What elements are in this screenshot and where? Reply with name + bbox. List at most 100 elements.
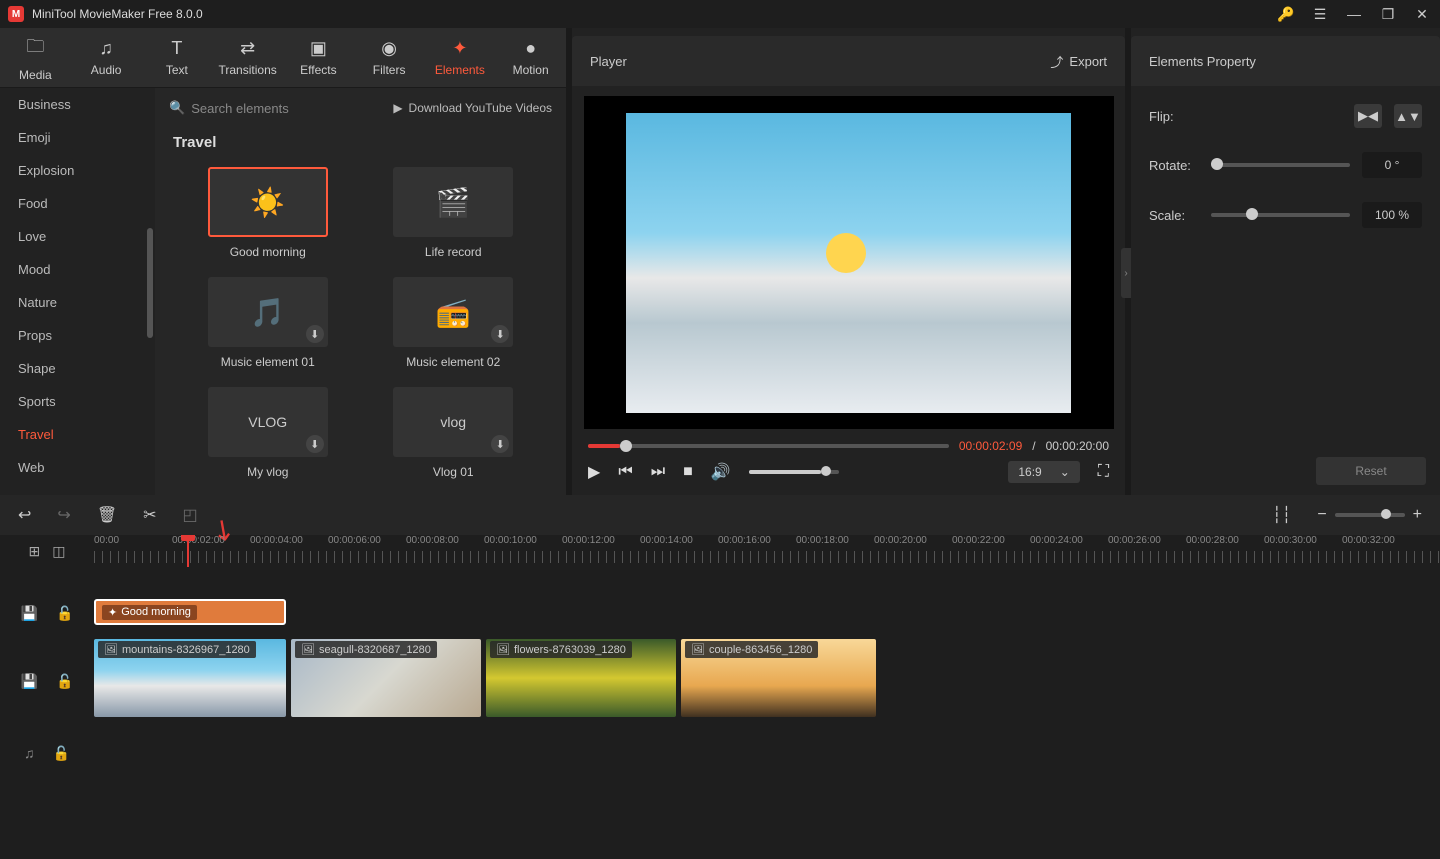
track-lock-icon[interactable]: 🔓 (53, 745, 70, 762)
tab-media[interactable]: 🗀Media (0, 28, 71, 87)
preview-viewport[interactable] (584, 96, 1114, 429)
zoom-in-button[interactable]: + (1413, 506, 1422, 524)
redo-button[interactable]: ↪ (57, 505, 70, 525)
thumb-item[interactable]: 📻⬇Music element 02 (381, 277, 527, 369)
flip-vertical-button[interactable]: ▲▼ (1394, 104, 1422, 128)
scale-slider[interactable] (1211, 213, 1350, 217)
fullscreen-button[interactable]: ⛶ (1098, 463, 1109, 481)
thumb-item[interactable]: vlog⬇Vlog 01 (381, 387, 527, 479)
zoom-handle[interactable] (1381, 509, 1391, 519)
license-key-icon[interactable]: 🔑 (1276, 6, 1296, 23)
next-frame-button[interactable]: ⏭ (651, 463, 665, 481)
undo-button[interactable]: ↩ (18, 505, 31, 525)
preview-element-overlay[interactable] (826, 233, 866, 273)
video-clip[interactable]: 🖼mountains-8326967_1280 (94, 639, 286, 717)
delete-button[interactable]: 🗑 (97, 505, 117, 525)
element-track-body[interactable]: ✦ Good morning (94, 593, 1440, 633)
stop-button[interactable]: ■ (683, 463, 693, 481)
download-icon[interactable]: ⬇ (491, 435, 509, 453)
thumbnail[interactable]: vlog⬇ (393, 387, 513, 457)
download-icon[interactable]: ⬇ (491, 325, 509, 343)
tab-text[interactable]: TText (142, 28, 213, 87)
play-button[interactable]: ▶ (588, 462, 600, 482)
thumbnail[interactable]: VLOG⬇ (208, 387, 328, 457)
tab-elements[interactable]: ✦Elements (425, 28, 496, 87)
rotate-value[interactable]: 0 ° (1362, 152, 1422, 178)
track-stack-icon[interactable]: ◫ (52, 543, 65, 560)
thumb-item[interactable]: 🎵⬇Music element 01 (195, 277, 341, 369)
category-props[interactable]: Props (0, 319, 155, 352)
element-clip[interactable]: ✦ Good morning (94, 599, 286, 625)
track-lock-icon[interactable]: 🔓 (56, 673, 73, 690)
category-love[interactable]: Love (0, 220, 155, 253)
thumb-item[interactable]: ☀️Good morning (195, 167, 341, 259)
track-music-icon[interactable]: ♫ (24, 745, 35, 761)
download-icon[interactable]: ⬇ (306, 435, 324, 453)
maximize-button[interactable]: ❐ (1378, 6, 1398, 23)
search-icon: 🔍 (169, 100, 185, 116)
category-sports[interactable]: Sports (0, 385, 155, 418)
track-lock-icon[interactable]: 🔓 (56, 605, 73, 622)
category-business[interactable]: Business (0, 88, 155, 121)
add-track-icon[interactable]: ⊞ (29, 543, 41, 560)
player-scrubber[interactable] (588, 444, 949, 448)
track-save-icon[interactable]: 💾 (21, 605, 38, 622)
close-button[interactable]: ✕ (1412, 6, 1432, 23)
crop-button[interactable]: ◰ (183, 505, 198, 525)
download-icon[interactable]: ⬇ (306, 325, 324, 343)
thumbnail[interactable]: 🎬 (393, 167, 513, 237)
category-food[interactable]: Food (0, 187, 155, 220)
tab-transitions[interactable]: ⇄Transitions (212, 28, 283, 87)
scrub-handle[interactable] (620, 440, 632, 452)
category-explosion[interactable]: Explosion (0, 154, 155, 187)
scale-value[interactable]: 100 % (1362, 202, 1422, 228)
category-list[interactable]: BusinessEmojiExplosionFoodLoveMoodNature… (0, 88, 155, 495)
video-clip[interactable]: 🖼seagull-8320687_1280 (291, 639, 481, 717)
category-shape[interactable]: Shape (0, 352, 155, 385)
category-scrollbar[interactable] (147, 228, 153, 338)
volume-slider[interactable] (749, 470, 839, 474)
tab-audio[interactable]: ♫Audio (71, 28, 142, 87)
minimize-button[interactable]: — (1344, 6, 1364, 22)
zoom-out-button[interactable]: − (1317, 506, 1326, 524)
motion-icon: ● (525, 38, 536, 59)
prev-frame-button[interactable]: ⏮ (618, 463, 632, 481)
rotate-handle[interactable] (1211, 158, 1223, 170)
category-nature[interactable]: Nature (0, 286, 155, 319)
video-track-body[interactable]: 🖼mountains-8326967_1280🖼seagull-8320687_… (94, 639, 1440, 723)
flip-horizontal-button[interactable]: ▶◀ (1354, 104, 1382, 128)
video-clip[interactable]: 🖼couple-863456_1280 (681, 639, 876, 717)
category-emoji[interactable]: Emoji (0, 121, 155, 154)
tab-effects[interactable]: ▣Effects (283, 28, 354, 87)
reset-button[interactable]: Reset (1316, 457, 1426, 485)
volume-handle[interactable] (821, 466, 831, 476)
tab-filters[interactable]: ◉Filters (354, 28, 425, 87)
search-input[interactable]: 🔍 Search elements (169, 100, 383, 116)
category-travel[interactable]: Travel (0, 418, 155, 451)
split-button[interactable]: ✂ (143, 505, 156, 525)
category-web[interactable]: Web (0, 451, 155, 484)
playhead[interactable]: ✂ ↘ (187, 535, 189, 567)
thumb-item[interactable]: 🎬Life record (381, 167, 527, 259)
timeline-ruler[interactable]: 00:0000:00:02:0000:00:04:0000:00:06:0000… (94, 535, 1440, 567)
panel-collapse-handle[interactable]: › (1121, 248, 1131, 298)
aspect-ratio-dropdown[interactable]: 16:9 ⌄ (1008, 461, 1079, 483)
scale-handle[interactable] (1246, 208, 1258, 220)
thumb-item[interactable]: VLOG⬇My vlog (195, 387, 341, 479)
export-button[interactable]: ⤴ Export (1050, 52, 1107, 71)
thumbnail[interactable]: 📻⬇ (393, 277, 513, 347)
track-save-icon[interactable]: 💾 (21, 673, 38, 690)
menu-icon[interactable]: ☰ (1310, 6, 1330, 23)
video-clip[interactable]: 🖼flowers-8763039_1280 (486, 639, 676, 717)
thumbnail[interactable]: ☀️ (208, 167, 328, 237)
download-youtube-link[interactable]: ▶ Download YouTube Videos (393, 101, 552, 115)
timeline-snap-icon[interactable]: ┆┆ (1272, 505, 1291, 525)
category-mood[interactable]: Mood (0, 253, 155, 286)
zoom-slider[interactable] (1335, 513, 1405, 517)
audio-track-body[interactable] (94, 733, 1440, 773)
tab-motion[interactable]: ●Motion (495, 28, 566, 87)
volume-icon[interactable]: 🔊 (711, 462, 731, 482)
rotate-slider[interactable] (1211, 163, 1350, 167)
ruler-gutter: ⊞ ◫ (0, 535, 94, 567)
thumbnail[interactable]: 🎵⬇ (208, 277, 328, 347)
